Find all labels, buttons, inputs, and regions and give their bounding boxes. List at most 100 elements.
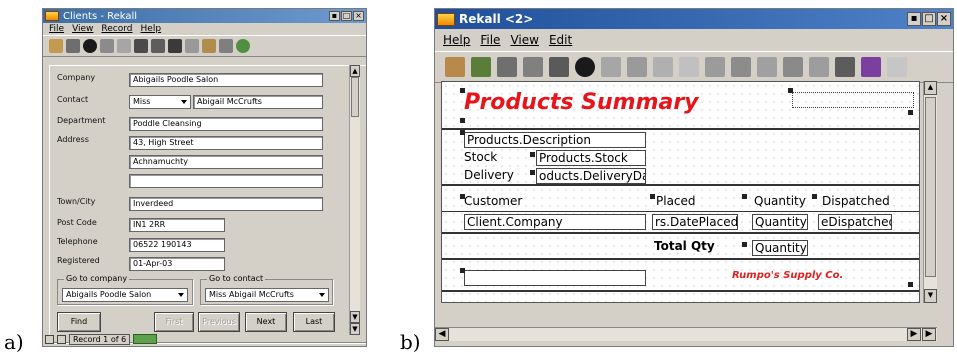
- order-header-band[interactable]: Customer Placed Quantity Dispatched: [442, 186, 919, 212]
- preview-icon[interactable]: [523, 57, 543, 77]
- quantity-field[interactable]: Quantity: [752, 214, 808, 230]
- refresh-icon[interactable]: [236, 39, 250, 53]
- resize-handle[interactable]: [908, 110, 913, 115]
- product-detail-band[interactable]: Products.Description Stock Products.Stoc…: [442, 130, 919, 186]
- designer-titlebar[interactable]: Rekall <2> ▪ □ ×: [435, 9, 953, 29]
- scroll-thumb[interactable]: [351, 77, 359, 117]
- delivery-label[interactable]: Delivery: [464, 168, 514, 182]
- prev-record-icon[interactable]: [117, 39, 131, 53]
- customer-header[interactable]: Customer: [464, 194, 522, 208]
- minimize-button[interactable]: ▪: [907, 12, 921, 26]
- minimize-button[interactable]: ▪: [329, 11, 340, 21]
- resize-handle[interactable]: [530, 170, 535, 175]
- chart-color-icon[interactable]: [861, 57, 881, 77]
- postcode-field[interactable]: IN1 2RR: [129, 218, 225, 232]
- resize-handle[interactable]: [742, 194, 747, 199]
- scroll-right-end-arrow-icon[interactable]: ▶: [922, 328, 936, 341]
- save-icon[interactable]: [549, 57, 569, 77]
- columns-icon[interactable]: [809, 57, 829, 77]
- resize-handle[interactable]: [460, 194, 465, 199]
- report-canvas[interactable]: Products Summary Products.Description St…: [441, 81, 920, 303]
- print-icon[interactable]: [66, 39, 80, 53]
- menu-file[interactable]: File: [480, 33, 500, 47]
- align-left-icon[interactable]: [731, 57, 751, 77]
- previous-button[interactable]: Previous: [198, 312, 240, 332]
- menu-view[interactable]: View: [510, 33, 538, 47]
- paste-icon[interactable]: [653, 57, 673, 77]
- resize-handle[interactable]: [460, 118, 465, 123]
- scroll-right-arrow-icon[interactable]: ▶: [907, 328, 921, 341]
- contact-name-field[interactable]: Abigail McCrufts: [193, 95, 323, 109]
- grid-icon[interactable]: [783, 57, 803, 77]
- close-button[interactable]: ×: [937, 12, 951, 26]
- filter-icon[interactable]: [219, 39, 233, 53]
- order-total-band[interactable]: Total Qty Quantity: [442, 234, 919, 260]
- resize-handle[interactable]: [812, 194, 817, 199]
- sort-icon[interactable]: [202, 39, 216, 53]
- date-dispatched-field[interactable]: eDispatched: [818, 214, 892, 230]
- align-bottom-icon[interactable]: [757, 57, 777, 77]
- scroll-thumb[interactable]: [925, 97, 936, 277]
- label-icon[interactable]: [679, 57, 699, 77]
- town-field[interactable]: Inverdeed: [129, 197, 323, 211]
- stock-label[interactable]: Stock: [464, 150, 497, 164]
- company-field[interactable]: Abigails Poodle Salon: [129, 73, 323, 87]
- chart-icon[interactable]: [705, 57, 725, 77]
- horizontal-scrollbar[interactable]: ◀ ▶ ▶: [435, 327, 937, 341]
- address-line3-field[interactable]: [129, 174, 323, 188]
- address-line2-field[interactable]: Achnamuchty: [129, 155, 323, 169]
- resize-handle[interactable]: [650, 194, 655, 199]
- resize-handle[interactable]: [460, 130, 465, 135]
- report-footer-band[interactable]: Rumpo's Supply Co.: [442, 260, 919, 292]
- scroll-up-arrow-icon[interactable]: ▲: [924, 81, 937, 95]
- query-icon[interactable]: [49, 39, 63, 53]
- total-qty-label[interactable]: Total Qty: [654, 239, 715, 253]
- resize-handle[interactable]: [530, 152, 535, 157]
- registered-field[interactable]: 01-Apr-03: [129, 257, 225, 271]
- vertical-scrollbar[interactable]: ▲ ▼ ▼: [349, 65, 360, 335]
- tree-icon[interactable]: [471, 57, 491, 77]
- report-title[interactable]: Products Summary: [464, 90, 699, 115]
- date-placed-field[interactable]: rs.DatePlaced: [652, 214, 738, 230]
- resize-handle[interactable]: [908, 282, 913, 287]
- total-quantity-field[interactable]: Quantity: [752, 240, 808, 256]
- vertical-scrollbar[interactable]: ▲ ▼: [923, 81, 937, 303]
- menu-view[interactable]: View: [72, 24, 93, 34]
- resize-handle[interactable]: [788, 88, 793, 93]
- menu-help[interactable]: Help: [443, 33, 470, 47]
- next-record-icon[interactable]: [151, 39, 165, 53]
- telephone-field[interactable]: 06522 190143: [129, 238, 225, 252]
- order-detail-band[interactable]: Client.Company rs.DatePlaced Quantity eD…: [442, 212, 919, 234]
- menu-help[interactable]: Help: [141, 24, 162, 34]
- footer-empty-field[interactable]: [464, 270, 646, 286]
- scroll-left-arrow-icon[interactable]: ◀: [435, 328, 449, 341]
- cut-icon[interactable]: [601, 57, 621, 77]
- copy-icon[interactable]: [627, 57, 647, 77]
- next-button[interactable]: Next: [245, 312, 287, 332]
- header-empty-field[interactable]: [792, 92, 914, 108]
- resize-handle[interactable]: [460, 88, 465, 93]
- goto-company-select[interactable]: Abigails Poodle Salon: [62, 288, 188, 302]
- last-button[interactable]: Last: [293, 312, 335, 332]
- scroll-down-arrow-icon[interactable]: ▼: [350, 311, 360, 323]
- close-button[interactable]: ×: [353, 11, 364, 21]
- field-icon[interactable]: [835, 57, 855, 77]
- menu-file[interactable]: File: [49, 24, 64, 34]
- cancel-icon[interactable]: [83, 39, 97, 53]
- footer-company-name[interactable]: Rumpo's Supply Co.: [732, 270, 843, 281]
- pattern-icon[interactable]: [887, 57, 907, 77]
- last-record-icon[interactable]: [185, 39, 199, 53]
- menu-record[interactable]: Record: [101, 24, 132, 34]
- clients-titlebar[interactable]: Clients - Rekall ▪ □ ×: [43, 9, 366, 23]
- report-header-band[interactable]: Products Summary: [442, 82, 919, 130]
- department-field[interactable]: Poddle Cleansing: [129, 117, 323, 131]
- description-field[interactable]: Products.Description: [464, 132, 646, 148]
- delivery-field[interactable]: oducts.DeliveryDate: [536, 168, 646, 184]
- placed-header[interactable]: Placed: [656, 194, 696, 208]
- client-company-field[interactable]: Client.Company: [464, 214, 646, 230]
- resize-handle[interactable]: [742, 242, 747, 247]
- properties-icon[interactable]: [445, 57, 465, 77]
- scroll-down-arrow-icon[interactable]: ▼: [924, 289, 937, 303]
- print-icon[interactable]: [497, 57, 517, 77]
- new-record-icon[interactable]: [168, 39, 182, 53]
